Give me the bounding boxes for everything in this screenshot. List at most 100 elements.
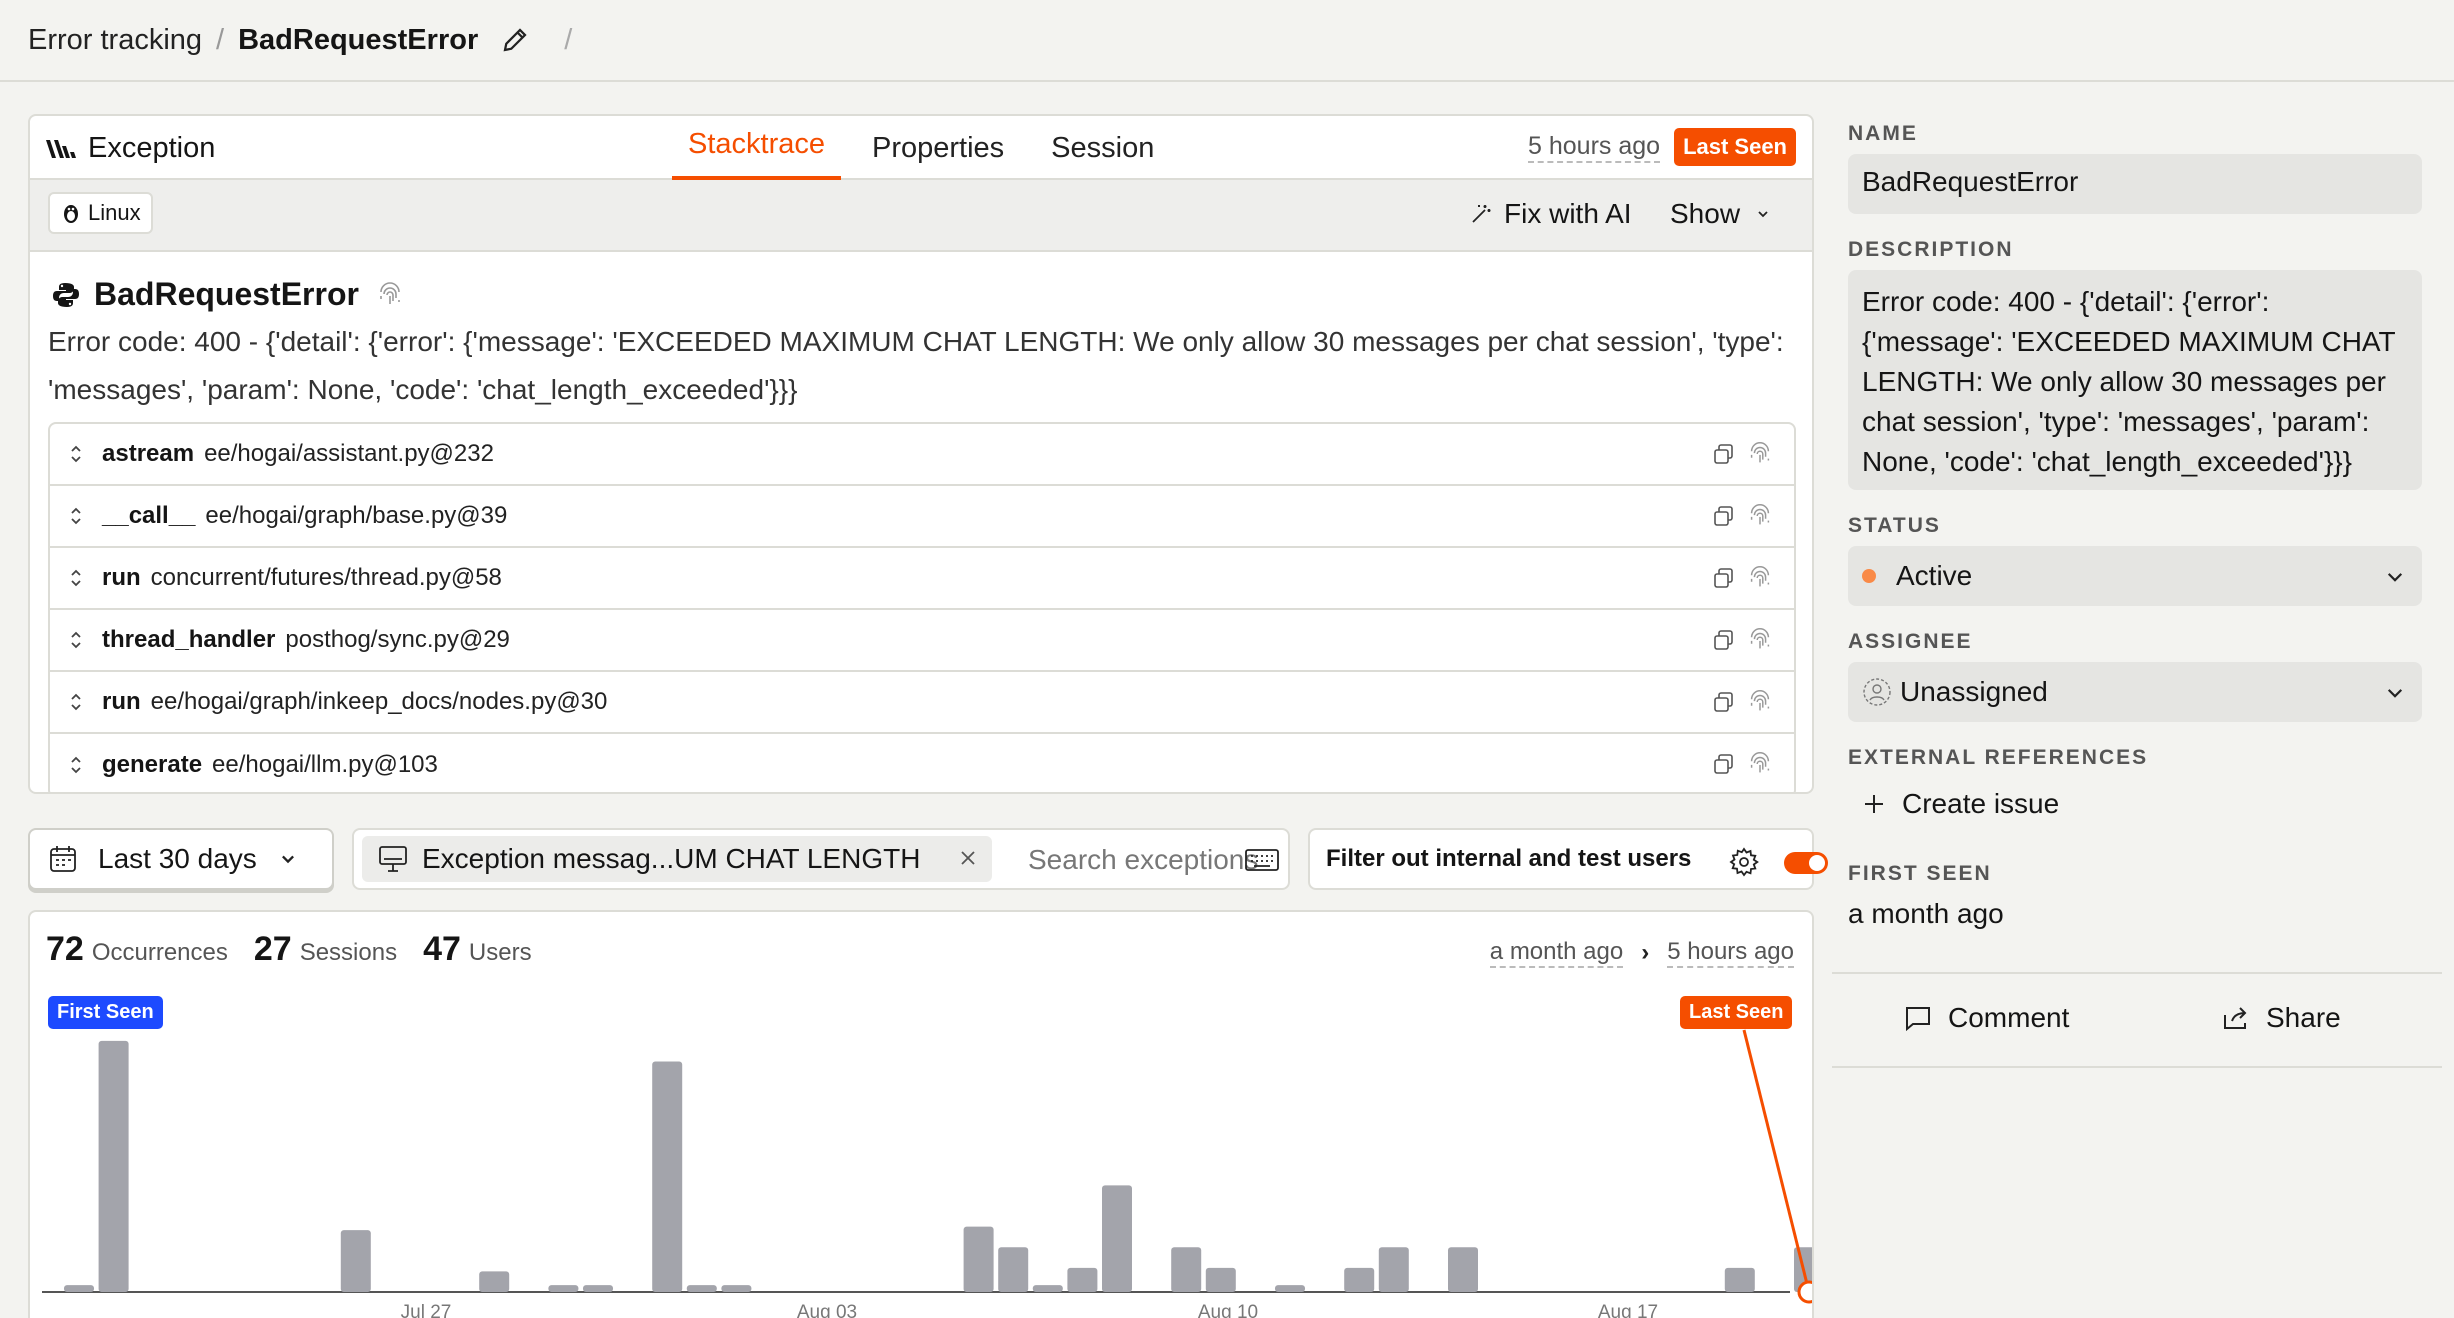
expand-icon[interactable]	[50, 444, 102, 464]
toggle-knob	[1809, 855, 1825, 871]
last-seen-ago: 5 hours ago	[1528, 132, 1661, 163]
tab-session[interactable]: Session	[1035, 116, 1170, 180]
fingerprint-icon[interactable]	[1746, 688, 1774, 716]
chart-bar	[1378, 1247, 1409, 1292]
fingerprint-icon[interactable]	[1746, 750, 1774, 778]
last-seen-badge: Last Seen	[1674, 128, 1796, 166]
create-issue-button[interactable]: Create issue	[1862, 788, 2059, 820]
expand-icon[interactable]	[50, 755, 102, 775]
exception-toolbar: Linux Fix with AI Show	[30, 180, 1812, 252]
chart-bar	[1171, 1247, 1202, 1292]
chevron-down-icon	[281, 855, 294, 864]
description-field[interactable]: Error code: 400 - {'detail': {'error': {…	[1848, 270, 2422, 490]
pencil-icon[interactable]	[500, 25, 530, 55]
last-seen-chart-badge: Last Seen	[1680, 996, 1793, 1029]
breadcrumb-trailing-separator: /	[564, 23, 573, 56]
breadcrumb-separator: /	[216, 23, 225, 56]
stack-frame[interactable]: __call__ ee/hogai/graph/base.py@39	[50, 486, 1794, 548]
expand-icon[interactable]	[50, 568, 102, 588]
share-icon	[2224, 1007, 2247, 1029]
copy-icon[interactable]	[1712, 690, 1736, 714]
copy-icon[interactable]	[1712, 504, 1736, 528]
stack-frame[interactable]: astream ee/hogai/assistant.py@232	[50, 424, 1794, 486]
assignee-select[interactable]: Unassigned	[1848, 662, 2422, 722]
assignee-label: ASSIGNEE	[1848, 630, 1973, 653]
name-label: NAME	[1848, 122, 1918, 145]
stack-frame[interactable]: thread_handler posthog/sync.py@29	[50, 610, 1794, 672]
copy-icon[interactable]	[1712, 752, 1736, 776]
search-input[interactable]: Search exceptions	[1028, 844, 1258, 876]
tab-stacktrace[interactable]: Stacktrace	[672, 116, 841, 180]
fingerprint-icon[interactable]	[1746, 440, 1774, 468]
fingerprint-icon[interactable]	[1746, 564, 1774, 592]
exception-card-header: Exception Stacktrace Properties Session …	[30, 116, 1812, 180]
keyboard-icon[interactable]	[1244, 848, 1280, 872]
stack-frame[interactable]: run concurrent/futures/thread.py@58	[50, 548, 1794, 610]
first-seen-label: FIRST SEEN	[1848, 862, 1992, 885]
user-avatar-icon	[1863, 678, 1891, 706]
search-filter-chip[interactable]: Exception messag...UM CHAT LENGTH	[362, 836, 992, 882]
chart-bar	[998, 1247, 1029, 1292]
status-label: STATUS	[1848, 514, 1941, 537]
error-title: BadRequestError	[52, 276, 405, 313]
monitor-icon	[379, 846, 407, 872]
fingerprint-icon[interactable]	[1746, 502, 1774, 530]
copy-icon[interactable]	[1712, 628, 1736, 652]
internal-users-filter-label: Filter out internal and test users	[1326, 845, 1692, 872]
last-seen: 5 hours ago Last Seen	[1528, 128, 1796, 166]
breadcrumb-current: BadRequestError	[238, 23, 479, 56]
expand-icon[interactable]	[50, 506, 102, 526]
status-select[interactable]: Active	[1848, 546, 2422, 606]
comment-button[interactable]: Comment	[1904, 1002, 2069, 1034]
stack-frame[interactable]: run ee/hogai/graph/inkeep_docs/nodes.py@…	[50, 672, 1794, 734]
fix-with-ai-button[interactable]: Fix with AI	[1470, 198, 1632, 230]
calendar-icon	[50, 846, 76, 872]
magic-wand-icon	[1472, 205, 1491, 223]
expand-icon[interactable]	[50, 630, 102, 650]
chart-bar	[583, 1285, 613, 1292]
copy-icon[interactable]	[1712, 566, 1736, 590]
frame-path: ee/hogai/graph/base.py@39	[205, 502, 508, 529]
expand-icon[interactable]	[50, 692, 102, 712]
close-icon[interactable]	[958, 848, 978, 868]
fingerprint-icon[interactable]	[375, 280, 405, 310]
chart-bar	[1067, 1267, 1098, 1292]
exception-title-label: Exception	[88, 132, 216, 164]
external-references-label: EXTERNAL REFERENCES	[1848, 746, 2149, 769]
breadcrumb: Error tracking / BadRequestError /	[0, 0, 2454, 82]
chart-bar	[1724, 1267, 1755, 1292]
os-tag-label: Linux	[88, 200, 141, 225]
gear-icon[interactable]	[1728, 846, 1760, 878]
exception-search[interactable]: Exception messag...UM CHAT LENGTH Search…	[352, 828, 1290, 890]
description-label: DESCRIPTION	[1848, 238, 2014, 261]
fingerprint-icon[interactable]	[1746, 626, 1774, 654]
stack-frame[interactable]: generate ee/hogai/llm.py@103	[50, 734, 1794, 792]
status-dot	[1862, 569, 1876, 583]
copy-icon[interactable]	[1712, 442, 1736, 466]
share-button[interactable]: Share	[2222, 1002, 2341, 1034]
share-label: Share	[2266, 1002, 2341, 1033]
chart-bar	[686, 1285, 717, 1292]
breadcrumb-error-tracking[interactable]: Error tracking	[28, 24, 202, 57]
internal-users-toggle[interactable]	[1784, 852, 1828, 874]
x-tick-label: Aug 03	[797, 1302, 857, 1318]
internal-users-filter: Filter out internal and test users	[1308, 828, 1828, 890]
chart-bar	[1344, 1267, 1375, 1292]
plus-icon	[1865, 795, 1883, 813]
exception-card: Exception Stacktrace Properties Session …	[28, 114, 1814, 794]
chevron-down-icon	[1758, 211, 1768, 218]
occurrences-card: 72 Occurrences 27 Sessions 47 Users a mo…	[28, 910, 1814, 1318]
occurrences-chart: Jul 27 Aug 03 Aug 10 Aug 17	[42, 1029, 1812, 1318]
date-range-button[interactable]: Last 30 days	[28, 828, 334, 890]
os-tag: Linux	[48, 192, 153, 234]
frame-function: run	[102, 564, 141, 591]
tab-properties[interactable]: Properties	[856, 116, 1020, 180]
chart-bar	[1448, 1247, 1478, 1292]
name-field[interactable]: BadRequestError	[1848, 154, 2422, 214]
first-seen-value: a month ago	[1848, 898, 2004, 929]
show-dropdown[interactable]: Show	[1670, 198, 1770, 230]
first-seen-badge: First Seen	[48, 996, 163, 1029]
search-filter-chip-label: Exception messag...UM CHAT LENGTH	[422, 843, 921, 874]
chart-bar	[1102, 1185, 1132, 1292]
last-seen-marker-dot	[1797, 1280, 1812, 1304]
